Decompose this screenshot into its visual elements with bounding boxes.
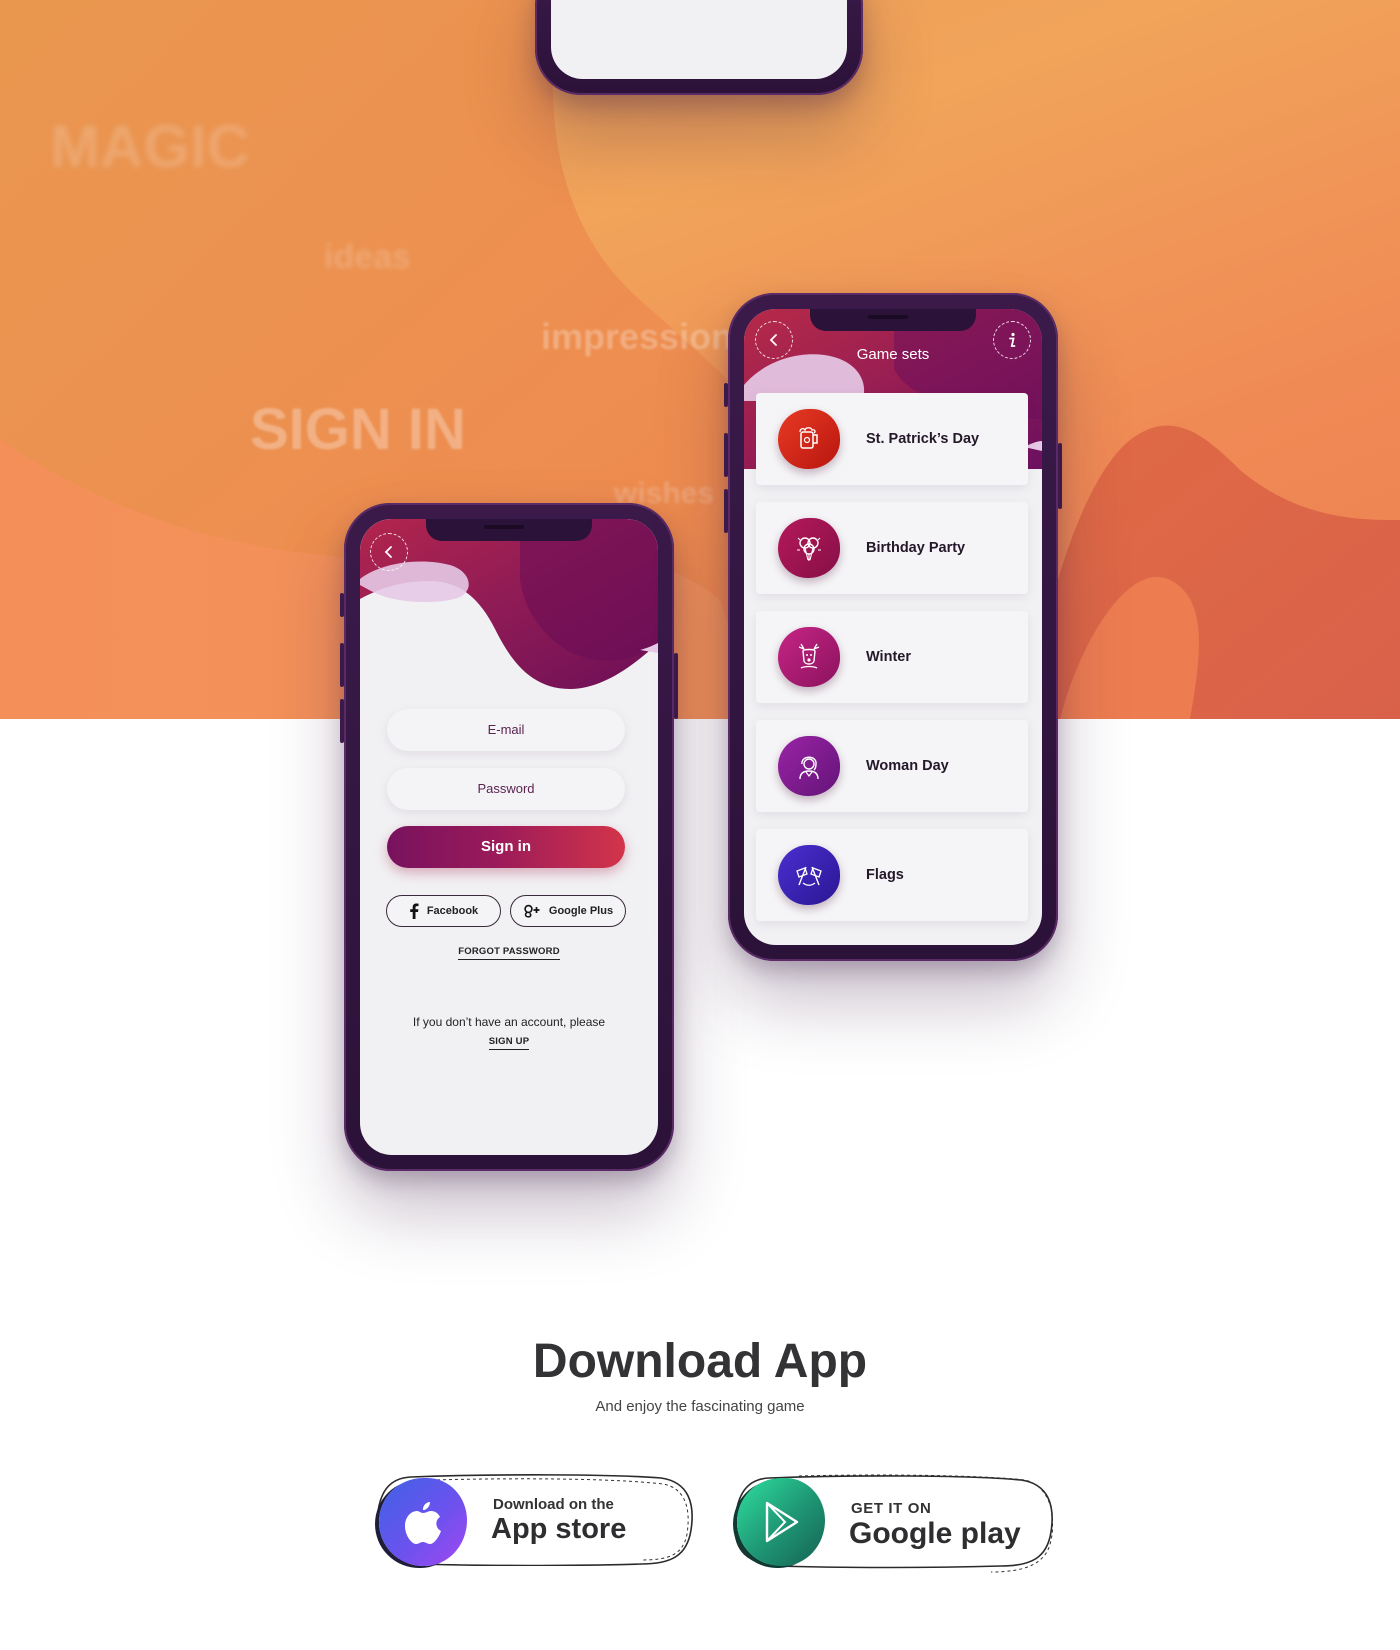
facebook-icon bbox=[410, 903, 419, 919]
phone-side-button bbox=[340, 593, 344, 617]
game-set-card[interactable]: Winter bbox=[756, 611, 1028, 703]
background-word-ideas: ideas bbox=[324, 238, 411, 276]
phone-side-button bbox=[724, 383, 728, 407]
password-field[interactable]: Password bbox=[387, 768, 625, 810]
reindeer-icon bbox=[778, 627, 840, 687]
play-icon bbox=[765, 1501, 799, 1543]
beer-mug-icon bbox=[778, 409, 840, 469]
phone-side-button bbox=[1058, 443, 1062, 509]
game-set-card[interactable]: Birthday Party bbox=[756, 502, 1028, 594]
chevron-left-icon bbox=[384, 546, 392, 558]
facebook-button[interactable]: Facebook bbox=[386, 895, 501, 927]
email-field[interactable]: E-mail bbox=[387, 709, 625, 751]
forgot-password-label: FORGOT PASSWORD bbox=[458, 946, 560, 960]
balloons-icon bbox=[778, 518, 840, 578]
sign-up-label: SIGN UP bbox=[488, 1036, 530, 1050]
google-play-line1: GET IT ON bbox=[851, 1500, 932, 1517]
forgot-password-link[interactable]: FORGOT PASSWORD bbox=[360, 946, 658, 960]
phone-screen-top bbox=[551, 0, 847, 79]
info-icon bbox=[1009, 332, 1016, 347]
game-set-label: Birthday Party bbox=[866, 540, 966, 556]
game-set-label: St. Patrick’s Day bbox=[866, 431, 980, 447]
hero-background: MAGIC ideas impression SIGN IN wishes bbox=[0, 0, 1400, 719]
phone-mockup-game-sets: Game sets St. Patrick’s Day Birthday Par… bbox=[724, 293, 1062, 961]
game-set-label: Winter bbox=[866, 649, 911, 665]
phone-notch bbox=[426, 519, 592, 541]
sign-up-link[interactable]: SIGN UP bbox=[360, 1036, 658, 1050]
phone-side-button bbox=[674, 653, 678, 719]
no-account-text: If you don’t have an account, please bbox=[412, 1015, 606, 1029]
facebook-label: Facebook bbox=[426, 905, 479, 917]
phone-notch bbox=[810, 309, 976, 331]
login-screen: E-mail Password Sign in Facebook Google … bbox=[360, 519, 658, 1155]
google-plus-icon bbox=[524, 904, 540, 918]
hero-waves bbox=[0, 0, 1400, 719]
phone-side-button bbox=[724, 433, 728, 477]
flags-icon bbox=[778, 845, 840, 905]
phone-side-button bbox=[340, 643, 344, 687]
google-plus-button[interactable]: Google Plus bbox=[510, 895, 626, 927]
background-word-sign-in: SIGN IN bbox=[250, 397, 466, 462]
google-play-button[interactable]: GET IT ON Google play bbox=[729, 1474, 1053, 1573]
woman-icon bbox=[778, 736, 840, 796]
game-sets-screen: Game sets St. Patrick’s Day Birthday Par… bbox=[744, 309, 1042, 945]
download-title: Download App bbox=[532, 1335, 868, 1388]
google-plus-label: Google Plus bbox=[548, 905, 614, 917]
landing-page: MAGIC ideas impression SIGN IN wishes E-… bbox=[0, 0, 1400, 1650]
game-set-card[interactable]: Flags bbox=[756, 829, 1028, 921]
apple-icon bbox=[405, 1502, 441, 1544]
app-store-button[interactable]: Download on the App store bbox=[371, 1474, 695, 1566]
download-subtitle: And enjoy the fascinating game bbox=[595, 1398, 805, 1415]
game-set-card[interactable]: Woman Day bbox=[756, 720, 1028, 812]
game-set-card[interactable]: St. Patrick’s Day bbox=[756, 393, 1028, 485]
background-word-magic: MAGIC bbox=[50, 113, 250, 180]
google-play-line2: Google play bbox=[849, 1517, 1021, 1550]
background-word-impression: impression bbox=[541, 316, 734, 357]
apple-badge bbox=[379, 1478, 467, 1566]
google-play-badge bbox=[737, 1478, 825, 1566]
phone-mockup-login: E-mail Password Sign in Facebook Google … bbox=[340, 503, 678, 1171]
game-set-label: Woman Day bbox=[866, 758, 949, 774]
phone-side-button bbox=[724, 489, 728, 533]
app-store-line1: Download on the bbox=[493, 1496, 614, 1513]
phone-side-button bbox=[340, 699, 344, 743]
chevron-left-icon bbox=[769, 334, 777, 346]
back-button[interactable] bbox=[370, 533, 408, 571]
phone-mockup-top bbox=[535, 0, 863, 95]
sign-in-button[interactable]: Sign in bbox=[387, 826, 625, 868]
app-store-line2: App store bbox=[491, 1513, 627, 1545]
info-button[interactable] bbox=[993, 321, 1031, 359]
game-set-label: Flags bbox=[866, 867, 904, 883]
